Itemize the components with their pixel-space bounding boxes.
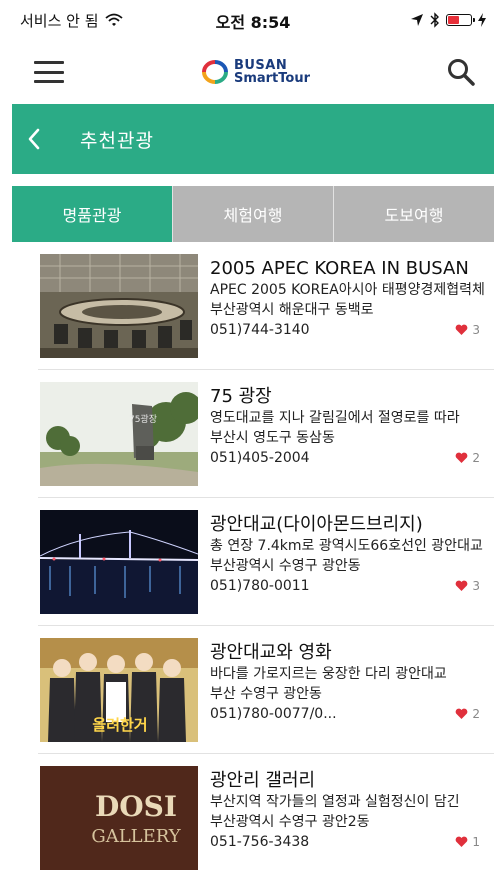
app-logo[interactable]: BUSAN SmartTour bbox=[200, 59, 310, 85]
chevron-left-icon bbox=[28, 128, 40, 150]
heart-icon bbox=[456, 452, 468, 463]
carrier-label: 서비스 안 됨 bbox=[20, 11, 99, 30]
heart-icon bbox=[456, 324, 468, 335]
item-phone: 051-756-3438 bbox=[210, 834, 310, 850]
heart-icon bbox=[456, 836, 468, 847]
wifi-icon bbox=[104, 13, 123, 26]
item-description: 바다를 가로지르는 웅장한 다리 광안대교 bbox=[210, 666, 447, 682]
item-title: 광안리 갤러리 bbox=[210, 770, 316, 791]
gallery-logo-dosi: DOSI bbox=[95, 790, 177, 823]
sign-text: 75광장 bbox=[129, 413, 157, 425]
gallery-logo-gallery: GALLERY bbox=[91, 826, 181, 847]
section-title: 추천관광 bbox=[80, 129, 154, 152]
like-count[interactable]: 2 bbox=[455, 707, 480, 721]
item-title: 광안대교와 영화 bbox=[210, 642, 332, 663]
list-item[interactable]: 광안대교(다이아몬드브리지) 총 연장 7.4km로 광역시도66호선인 광안대… bbox=[12, 498, 494, 626]
list-item[interactable]: 2005 APEC KOREA IN BUSAN APEC 2005 KOREA… bbox=[12, 242, 494, 370]
thumbnail-image bbox=[40, 254, 198, 358]
tab-experience-tour[interactable]: 체험여행 bbox=[172, 186, 333, 242]
charging-icon bbox=[478, 13, 486, 27]
bluetooth-icon bbox=[430, 12, 439, 28]
tab-walking-tour[interactable]: 도보여행 bbox=[333, 186, 494, 242]
list-item[interactable]: 올려한거 광안대교와 영화 바다를 가로지르는 웅장한 다리 광안대교 부산 수… bbox=[12, 626, 494, 754]
category-tabs: 명품관광 체험여행 도보여행 bbox=[12, 186, 494, 242]
like-count[interactable]: 3 bbox=[455, 579, 480, 593]
battery-icon bbox=[446, 14, 475, 26]
item-title: 2005 APEC KOREA IN BUSAN bbox=[210, 258, 469, 279]
item-address: 부산광역시 수영구 광안2동 bbox=[210, 814, 370, 830]
like-count-value: 2 bbox=[472, 451, 480, 465]
like-count-value: 1 bbox=[472, 835, 480, 849]
item-address: 부산시 영도구 동삼동 bbox=[210, 430, 335, 446]
item-phone: 051)780-0077/0... bbox=[210, 706, 337, 722]
item-title: 광안대교(다이아몬드브리지) bbox=[210, 514, 423, 535]
item-phone: 051)744-3140 bbox=[210, 322, 310, 338]
item-description: 총 연장 7.4km로 광역시도66호선인 광안대교 bbox=[210, 538, 483, 554]
item-phone: 051)780-0011 bbox=[210, 578, 310, 594]
like-count-value: 3 bbox=[472, 323, 480, 337]
item-address: 부산광역시 수영구 광안동 bbox=[210, 558, 361, 574]
app-frame: 서비스 안 됨 오전 8:54 BUSAN SmartTour 추천관광 명품관… bbox=[12, 0, 494, 880]
heart-icon bbox=[456, 708, 468, 719]
back-button[interactable] bbox=[26, 125, 54, 153]
like-count-value: 3 bbox=[472, 579, 480, 593]
list-item[interactable]: DOSI GALLERY 광안리 갤러리 부산지역 작가들의 열정과 실험정신이… bbox=[12, 754, 494, 880]
like-count[interactable]: 2 bbox=[455, 451, 480, 465]
search-icon[interactable] bbox=[446, 57, 476, 87]
poster-title-text: 올려한거 bbox=[92, 716, 147, 734]
thumbnail-image: 올려한거 bbox=[40, 638, 198, 742]
location-icon bbox=[411, 14, 423, 26]
tab-premium-tour[interactable]: 명품관광 bbox=[12, 186, 172, 242]
status-bar: 서비스 안 됨 오전 8:54 bbox=[12, 0, 494, 40]
item-description: APEC 2005 KOREA아시아 태평양경제협력체 bbox=[210, 282, 485, 298]
heart-icon bbox=[456, 580, 468, 591]
attraction-list: 2005 APEC KOREA IN BUSAN APEC 2005 KOREA… bbox=[12, 242, 494, 880]
app-header: BUSAN SmartTour bbox=[12, 40, 494, 104]
item-address: 부산 수영구 광안동 bbox=[210, 686, 322, 702]
menu-icon[interactable] bbox=[34, 61, 64, 83]
thumbnail-image: 75광장 bbox=[40, 382, 198, 486]
like-count[interactable]: 3 bbox=[455, 323, 480, 337]
logo-ring-icon bbox=[201, 60, 228, 84]
item-description: 영도대교를 지나 갈림길에서 절영로를 따라 bbox=[210, 410, 460, 426]
item-title: 75 광장 bbox=[210, 386, 272, 407]
thumbnail-image: DOSI GALLERY bbox=[40, 766, 198, 870]
list-item[interactable]: 75광장 75 광장 영도대교를 지나 갈림길에서 절영로를 따라 부산시 영도… bbox=[12, 370, 494, 498]
section-header: 추천관광 bbox=[12, 104, 494, 174]
item-phone: 051)405-2004 bbox=[210, 450, 310, 466]
thumbnail-image bbox=[40, 510, 198, 614]
item-address: 부산광역시 해운대구 동백로 bbox=[210, 302, 374, 318]
logo-text-smarttour: SmartTour bbox=[233, 71, 311, 86]
like-count-value: 2 bbox=[472, 707, 480, 721]
like-count[interactable]: 1 bbox=[455, 835, 480, 849]
item-description: 부산지역 작가들의 열정과 실험정신이 담긴 bbox=[210, 794, 460, 810]
